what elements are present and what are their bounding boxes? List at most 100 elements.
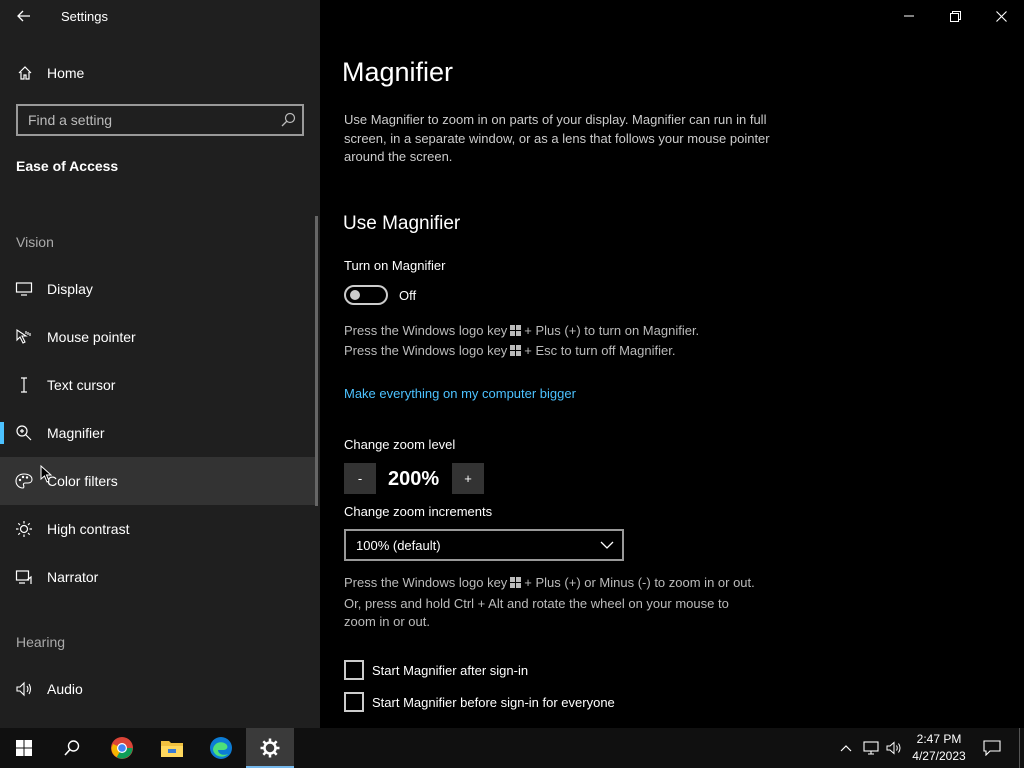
close-icon: [995, 10, 1007, 22]
section-heading-use-magnifier: Use Magnifier: [343, 213, 461, 234]
group-label-vision: Vision: [16, 234, 54, 250]
sidebar-item-magnifier[interactable]: Magnifier: [0, 409, 315, 457]
close-button[interactable]: [978, 0, 1024, 32]
toggle-state-text: Off: [399, 288, 417, 303]
hint-turn-on: Press the Windows logo key + Plus (+) to …: [344, 321, 699, 341]
zoom-hint: Press the Windows logo key + Plus (+) or …: [344, 573, 755, 593]
edge-icon: [210, 737, 232, 759]
sidebar-item-text-cursor[interactable]: Text cursor: [0, 361, 315, 409]
sidebar-item-label: Audio: [47, 681, 83, 697]
audio-icon: [16, 681, 32, 697]
show-desktop-button[interactable]: [1019, 728, 1020, 768]
chrome-button[interactable]: [98, 728, 146, 768]
notification-icon: [983, 740, 1001, 756]
zoom-hint-line3: zoom in or out.: [344, 614, 430, 629]
clock-time: 2:47 PM: [916, 732, 962, 746]
page-title: Magnifier: [342, 57, 454, 87]
start-button[interactable]: [0, 728, 48, 768]
mouse-pointer-icon: [16, 328, 31, 344]
sidebar-item-label: Home: [47, 65, 85, 81]
hint-text: + Plus (+) or Minus (-) to zoom in or ou…: [524, 575, 755, 590]
zoom-increments-dropdown[interactable]: 100% (default): [344, 529, 624, 561]
magnifier-toggle[interactable]: [344, 285, 388, 305]
folder-icon: [161, 741, 183, 757]
sidebar-item-label: Mouse pointer: [47, 329, 136, 345]
app-title: Settings: [61, 9, 108, 24]
settings-taskbar-button[interactable]: [246, 728, 294, 768]
sidebar-item-home[interactable]: Home: [0, 58, 320, 88]
sidebar-item-audio[interactable]: Audio: [0, 665, 315, 713]
sidebar-item-label: Magnifier: [47, 425, 105, 441]
turn-on-label: Turn on Magnifier: [344, 258, 446, 273]
edge-button[interactable]: [197, 728, 245, 768]
windows-start-icon: [16, 740, 32, 756]
titlebar-left: Settings: [0, 0, 320, 32]
sidebar-item-high-contrast[interactable]: High contrast: [0, 505, 315, 553]
sidebar: Settings Home Ease of Access Vision Disp…: [0, 0, 320, 728]
sidebar-item-label: High contrast: [47, 521, 130, 537]
color-filters-icon: [15, 473, 33, 489]
back-button[interactable]: [10, 4, 38, 28]
gear-icon: [260, 738, 280, 758]
hint-turn-off: Press the Windows logo key + Esc to turn …: [344, 341, 675, 361]
sidebar-item-label: Display: [47, 281, 93, 297]
restore-icon: [949, 10, 961, 22]
hint-text: Press the Windows logo key: [344, 323, 508, 338]
hint-text: Press the Windows logo key: [344, 575, 508, 590]
file-explorer-button[interactable]: [148, 728, 196, 768]
sidebar-item-label: Color filters: [47, 473, 118, 489]
sidebar-item-display[interactable]: Display: [0, 265, 315, 313]
hint-text: + Plus (+) to turn on Magnifier.: [524, 323, 700, 338]
action-center-button[interactable]: [978, 728, 1006, 768]
windows-logo-icon: [510, 345, 522, 356]
main-content: Magnifier Use Magnifier to zoom in on pa…: [320, 0, 1024, 728]
search-icon: [281, 112, 296, 127]
taskbar-search-button[interactable]: [48, 728, 96, 768]
minimize-button[interactable]: [886, 0, 932, 32]
taskbar: 2:47 PM 4/27/2023: [0, 728, 1024, 768]
zoom-increments-label: Change zoom increments: [344, 504, 493, 519]
minimize-icon: [904, 15, 914, 17]
group-label-hearing: Hearing: [16, 634, 66, 650]
chevron-down-icon: [600, 541, 614, 549]
home-icon: [18, 66, 32, 80]
back-arrow-icon: [17, 10, 30, 22]
maximize-button[interactable]: [932, 0, 978, 32]
magnifier-icon: [16, 425, 32, 441]
sidebar-scrollbar[interactable]: [315, 216, 318, 506]
network-button[interactable]: [860, 728, 882, 768]
hint-text: Press the Windows logo key: [344, 343, 508, 358]
windows-logo-icon: [510, 325, 522, 336]
volume-button[interactable]: [884, 728, 904, 768]
hint-text: + Esc to turn off Magnifier.: [524, 343, 676, 358]
show-hidden-icons-button[interactable]: [836, 728, 856, 768]
monitor-icon: [15, 282, 33, 296]
sidebar-item-label: Narrator: [47, 569, 99, 585]
clock-date: 4/27/2023: [912, 749, 966, 763]
narrator-icon: [15, 570, 32, 584]
high-contrast-icon: [16, 521, 32, 537]
checkbox[interactable]: [344, 692, 364, 712]
checkbox[interactable]: [344, 660, 364, 680]
selected-indicator: [0, 422, 4, 444]
search-box[interactable]: [16, 104, 304, 136]
checkbox-label: Start Magnifier before sign-in for every…: [372, 695, 615, 710]
sidebar-item-narrator[interactable]: Narrator: [0, 553, 315, 601]
zoom-out-button[interactable]: -: [344, 463, 376, 494]
mouse-cursor-icon: [40, 465, 52, 483]
text-cursor-icon: [21, 377, 27, 393]
chevron-up-icon: [840, 745, 852, 752]
volume-icon: [886, 741, 901, 755]
taskbar-clock[interactable]: 2:47 PM 4/27/2023: [905, 731, 973, 765]
search-input[interactable]: [18, 106, 268, 134]
network-icon: [863, 741, 879, 755]
dropdown-value: 100% (default): [356, 538, 441, 553]
windows-logo-icon: [510, 577, 522, 588]
search-icon: [64, 740, 80, 756]
sidebar-item-mouse-pointer[interactable]: Mouse pointer: [0, 313, 315, 361]
toggle-knob: [350, 290, 360, 300]
zoom-level-label: Change zoom level: [344, 437, 456, 452]
zoom-level-value: 200%: [388, 468, 440, 490]
make-bigger-link[interactable]: Make everything on my computer bigger: [344, 386, 576, 401]
zoom-in-button[interactable]: +: [452, 463, 484, 494]
